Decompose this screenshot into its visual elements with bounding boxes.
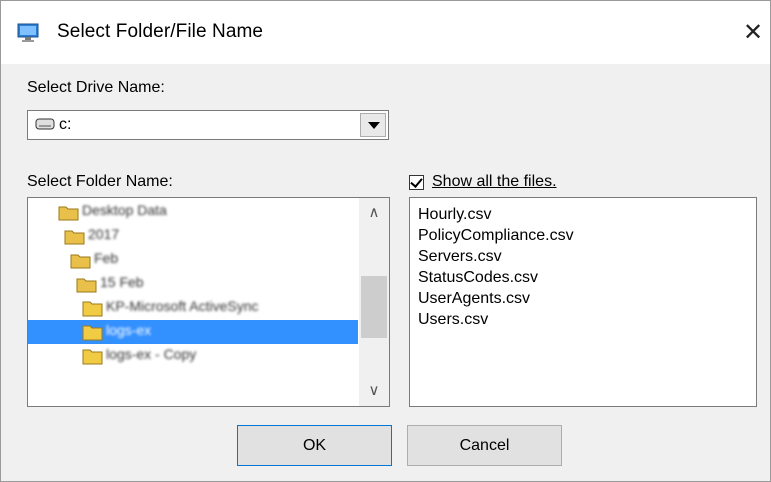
folder-icon bbox=[82, 301, 103, 317]
chevron-down-icon[interactable] bbox=[360, 113, 386, 137]
ok-button[interactable]: OK bbox=[237, 425, 392, 466]
folder-item[interactable]: logs-ex - Copy bbox=[82, 344, 348, 368]
folder-item-selected[interactable]: logs-ex bbox=[28, 320, 358, 344]
cancel-button[interactable]: Cancel bbox=[407, 425, 562, 466]
folder-item[interactable]: Feb bbox=[70, 248, 348, 272]
chevron-down-icon[interactable]: ∨ bbox=[359, 376, 389, 406]
open-folder-icon bbox=[70, 254, 91, 269]
file-item[interactable]: UserAgents.csv bbox=[418, 290, 530, 308]
file-item[interactable]: PolicyCompliance.csv bbox=[418, 227, 574, 245]
open-folder-icon bbox=[76, 278, 97, 293]
window-title: Select Folder/File Name bbox=[57, 21, 264, 42]
file-item[interactable]: Hourly.csv bbox=[418, 206, 492, 224]
drive-label: Select Drive Name: bbox=[27, 79, 165, 96]
title-bar[interactable]: Select Folder/File Name ✕ bbox=[1, 1, 770, 64]
file-item[interactable]: StatusCodes.csv bbox=[418, 269, 538, 287]
file-list[interactable]: Hourly.csv PolicyCompliance.csv Servers.… bbox=[409, 197, 757, 407]
select-folder-dialog: Select Folder/File Name ✕ Select Drive N… bbox=[0, 0, 771, 482]
scrollbar-thumb[interactable] bbox=[361, 276, 387, 338]
drive-select[interactable]: c: bbox=[27, 110, 389, 140]
folder-item[interactable]: Desktop Data bbox=[58, 200, 348, 224]
close-button[interactable]: ✕ bbox=[736, 14, 770, 52]
monitor-icon bbox=[17, 23, 39, 42]
show-all-files-checkbox[interactable] bbox=[409, 175, 424, 190]
folder-item[interactable]: 15 Feb bbox=[76, 272, 348, 296]
open-folder-icon bbox=[58, 206, 79, 221]
show-all-files-label[interactable]: Show all the files. bbox=[432, 173, 557, 191]
open-folder-icon bbox=[64, 230, 85, 245]
file-item[interactable]: Servers.csv bbox=[418, 248, 502, 266]
drive-icon bbox=[35, 118, 55, 130]
folder-label: Select Folder Name: bbox=[27, 173, 173, 190]
folder-item[interactable]: KP-Microsoft ActiveSync bbox=[82, 296, 348, 320]
folder-icon bbox=[82, 325, 103, 341]
folder-icon bbox=[82, 349, 103, 365]
file-item[interactable]: Users.csv bbox=[418, 311, 488, 329]
folder-tree[interactable]: Desktop Data 2017 Feb 15 Feb KP-Microsof… bbox=[27, 197, 390, 407]
folder-scrollbar[interactable]: ∧ ∨ bbox=[359, 198, 389, 406]
chevron-up-icon[interactable]: ∧ bbox=[359, 198, 389, 228]
folder-item[interactable]: 2017 bbox=[64, 224, 348, 248]
drive-value: c: bbox=[59, 116, 72, 133]
